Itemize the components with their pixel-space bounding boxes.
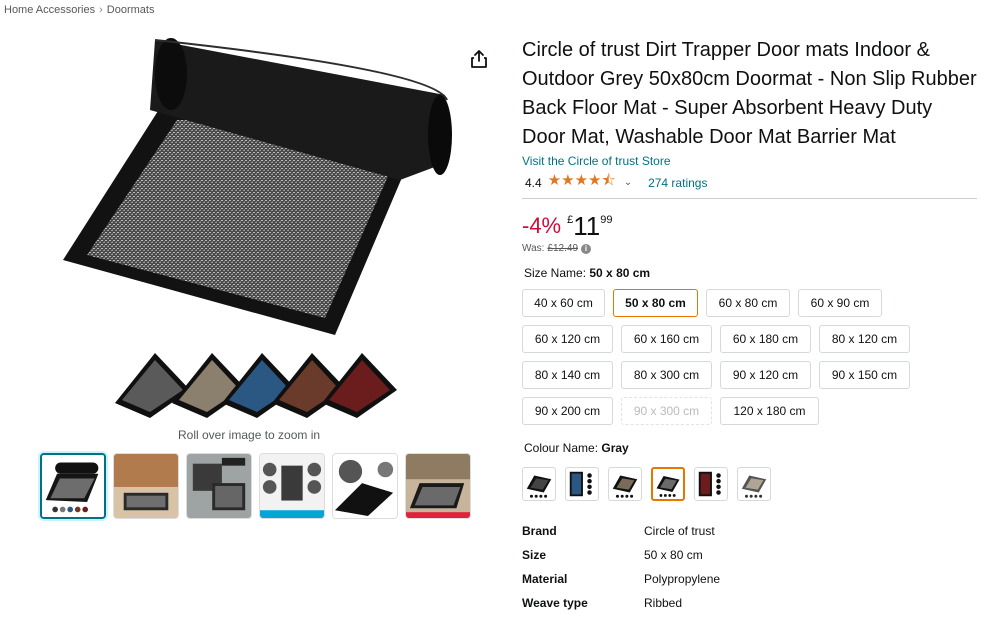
price-fraction: 99 xyxy=(600,214,613,226)
size-option-unavailable[interactable]: 90 x 300 cm xyxy=(621,397,712,425)
size-option[interactable]: 40 x 60 cm xyxy=(522,289,605,317)
size-options: 40 x 60 cm 50 x 80 cm 60 x 80 cm 60 x 90… xyxy=(522,289,982,429)
thumbnail-3[interactable] xyxy=(186,453,252,519)
star-rating-icon[interactable]: ★★★★⯪ xyxy=(548,170,616,195)
size-option[interactable]: 60 x 160 cm xyxy=(621,325,712,353)
colour-label: Colour Name: xyxy=(524,441,599,455)
colour-variants-image xyxy=(115,353,397,418)
product-title: Circle of trust Dirt Trapper Door mats I… xyxy=(522,39,977,148)
spec-row: Weave type Ribbed xyxy=(522,591,980,615)
thumbnail-image xyxy=(187,454,251,518)
spec-row: Size 50 x 80 cm xyxy=(522,543,980,567)
size-option[interactable]: 60 x 180 cm xyxy=(720,325,811,353)
price-block: -4% £ 11 99 xyxy=(522,213,980,239)
colour-swatch-gray[interactable] xyxy=(651,467,685,501)
thumbnail-5[interactable] xyxy=(332,453,398,519)
size-selected: 50 x 80 cm xyxy=(589,266,651,280)
store-link[interactable]: Visit the Circle of trust Store xyxy=(522,154,980,168)
thumbnail-image xyxy=(406,454,470,518)
size-option[interactable]: 80 x 300 cm xyxy=(621,361,712,389)
spec-value: Ribbed xyxy=(644,596,683,610)
specs-table: Brand Circle of trust Size 50 x 80 cm Ma… xyxy=(522,519,980,615)
thumbnail-6[interactable] xyxy=(405,453,471,519)
thumbnail-2[interactable] xyxy=(113,453,179,519)
ratings-count-link[interactable]: 274 ratings xyxy=(648,176,707,190)
spec-row: Brand Circle of trust xyxy=(522,519,980,543)
colour-swatch-beige[interactable] xyxy=(737,467,771,501)
size-option[interactable]: 120 x 180 cm xyxy=(720,397,819,425)
share-icon xyxy=(471,50,487,68)
share-button[interactable] xyxy=(468,48,490,70)
zoom-hint: Roll over image to zoom in xyxy=(178,428,321,442)
spec-key: Brand xyxy=(522,524,557,538)
spec-key: Weave type xyxy=(522,596,588,610)
spec-value: Polypropylene xyxy=(644,572,721,586)
thumbnail-4[interactable] xyxy=(259,453,325,519)
size-label: Size Name: xyxy=(524,266,587,280)
size-option[interactable]: 90 x 200 cm xyxy=(522,397,613,425)
colour-swatch-red[interactable] xyxy=(694,467,728,501)
size-option-selected[interactable]: 50 x 80 cm xyxy=(613,289,698,317)
spec-value: 50 x 80 cm xyxy=(644,548,703,562)
product-details: Circle of trust Dirt Trapper Door mats I… xyxy=(522,36,980,615)
rating-value: 4.4 xyxy=(525,175,542,190)
main-product-image[interactable] xyxy=(55,30,455,345)
rating-row: 4.4 ★★★★⯪ ⌄ 274 ratings xyxy=(522,170,980,195)
thumbnail-strip xyxy=(40,453,471,519)
size-option[interactable]: 80 x 140 cm xyxy=(522,361,613,389)
spec-row: Material Polypropylene xyxy=(522,567,980,591)
breadcrumb-item-doormats[interactable]: Doormats xyxy=(107,4,155,16)
thumbnail-image xyxy=(114,454,178,518)
size-option[interactable]: 60 x 90 cm xyxy=(798,289,882,317)
was-label: Was: xyxy=(522,243,545,254)
colour-swatch-blue[interactable] xyxy=(565,467,599,501)
size-option[interactable]: 60 x 120 cm xyxy=(522,325,613,353)
was-price-row: Was: £12.49 i xyxy=(522,243,980,254)
size-option[interactable]: 60 x 80 cm xyxy=(706,289,790,317)
size-label-row: Size Name: 50 x 80 cm xyxy=(522,266,980,280)
thumbnail-image xyxy=(260,454,324,518)
colour-label-row: Colour Name: Gray xyxy=(522,441,980,455)
spec-key: Material xyxy=(522,572,568,586)
colour-options xyxy=(522,467,782,507)
thumbnail-image xyxy=(333,454,397,518)
spec-value: Circle of trust xyxy=(644,524,715,538)
breadcrumb-item-home-accessories[interactable]: Home Accessories xyxy=(4,4,95,16)
breadcrumb-separator: › xyxy=(99,4,103,16)
spec-key: Size xyxy=(522,548,547,562)
size-option[interactable]: 90 x 150 cm xyxy=(819,361,910,389)
breadcrumb: Home Accessories › Doormats xyxy=(4,4,154,16)
divider xyxy=(522,198,977,199)
thumbnail-image xyxy=(42,455,104,517)
discount-percent: -4% xyxy=(522,213,562,238)
size-option[interactable]: 80 x 120 cm xyxy=(819,325,910,353)
size-option[interactable]: 90 x 120 cm xyxy=(720,361,811,389)
colour-swatch-brown[interactable] xyxy=(608,467,642,501)
price-whole: 11 xyxy=(573,211,601,241)
chevron-down-icon[interactable]: ⌄ xyxy=(624,177,632,188)
info-icon[interactable]: i xyxy=(581,243,592,254)
was-price: £12.49 xyxy=(547,243,579,254)
thumbnail-1[interactable] xyxy=(40,453,106,519)
colour-selected: Gray xyxy=(601,441,629,455)
colour-swatch-black[interactable] xyxy=(522,467,556,501)
